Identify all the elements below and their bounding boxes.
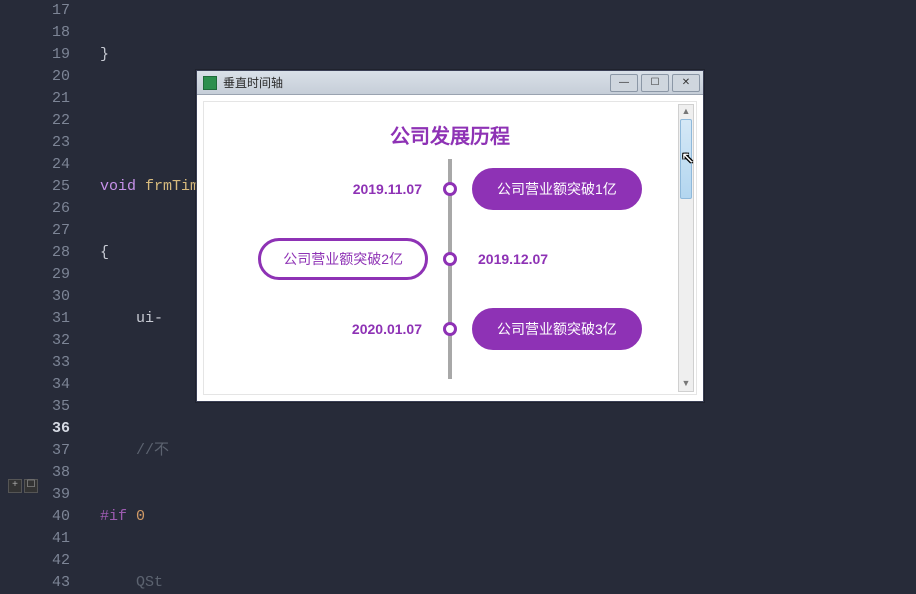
app-icon: [203, 76, 217, 90]
timeline-node-icon: [443, 182, 457, 196]
dialog-title: 垂直时间轴: [223, 74, 610, 91]
line-number: 20: [36, 66, 70, 88]
line-number: 42: [36, 550, 70, 572]
line-number: 29: [36, 264, 70, 286]
line-number: 33: [36, 352, 70, 374]
line-number: 43: [36, 572, 70, 594]
scroll-down-icon[interactable]: ▼: [680, 378, 692, 390]
line-number: 25: [36, 176, 70, 198]
fold-expand-icon[interactable]: +: [8, 479, 22, 493]
line-number: 37: [36, 440, 70, 462]
line-number: 21: [36, 88, 70, 110]
timeline-info-bubble[interactable]: 公司营业额突破2亿: [258, 238, 428, 280]
timeline-date: 2020.01.07: [204, 321, 450, 337]
line-number: 27: [36, 220, 70, 242]
timeline-date: 2019.11.07: [204, 181, 450, 197]
line-number: 32: [36, 330, 70, 352]
line-number: 28: [36, 242, 70, 264]
line-number: 38: [36, 462, 70, 484]
timeline-date: 2019.12.07: [450, 251, 696, 267]
line-number: 40: [36, 506, 70, 528]
line-number: 39: [36, 484, 70, 506]
timeline-dialog: 垂直时间轴 — ☐ ✕ 公司发展历程 2019.11.07 公司营业额突破1亿 …: [196, 70, 704, 402]
fold-box-icon[interactable]: ☐: [24, 479, 38, 493]
timeline-info-bubble[interactable]: 公司营业额突破1亿: [472, 168, 642, 210]
scroll-up-icon[interactable]: ▲: [680, 106, 692, 118]
line-number: 35: [36, 396, 70, 418]
timeline-info-bubble[interactable]: 公司营业额突破3亿: [472, 308, 642, 350]
minimize-button[interactable]: —: [610, 74, 638, 92]
line-number: 34: [36, 374, 70, 396]
line-number: 41: [36, 528, 70, 550]
line-number: 24: [36, 154, 70, 176]
dialog-body: 公司发展历程 2019.11.07 公司营业额突破1亿 公司营业额突破2亿 20…: [197, 95, 703, 401]
line-number: 26: [36, 198, 70, 220]
line-number: 22: [36, 110, 70, 132]
timeline-heading: 公司发展历程: [204, 102, 696, 159]
line-number: 30: [36, 286, 70, 308]
timeline-node-icon: [443, 252, 457, 266]
line-number: 31: [36, 308, 70, 330]
timeline-panel: 公司发展历程 2019.11.07 公司营业额突破1亿 公司营业额突破2亿 20…: [203, 101, 697, 395]
line-number: 17: [36, 0, 70, 22]
maximize-button[interactable]: ☐: [641, 74, 669, 92]
dialog-titlebar[interactable]: 垂直时间轴 — ☐ ✕: [197, 71, 703, 95]
close-button[interactable]: ✕: [672, 74, 700, 92]
timeline-node-icon: [443, 322, 457, 336]
fold-gutter: + ☐: [0, 0, 36, 593]
vertical-scrollbar[interactable]: ▲ ▼: [678, 104, 694, 392]
line-number: 23: [36, 132, 70, 154]
line-number-gutter: 17 18 19 20 21 22 23 24 25 26 27 28 29 3…: [36, 0, 80, 593]
line-number: 36: [36, 418, 70, 440]
scrollbar-thumb[interactable]: [680, 119, 692, 199]
timeline: 2019.11.07 公司营业额突破1亿 公司营业额突破2亿 2019.12.0…: [204, 159, 696, 379]
line-number: 18: [36, 22, 70, 44]
line-number: 19: [36, 44, 70, 66]
